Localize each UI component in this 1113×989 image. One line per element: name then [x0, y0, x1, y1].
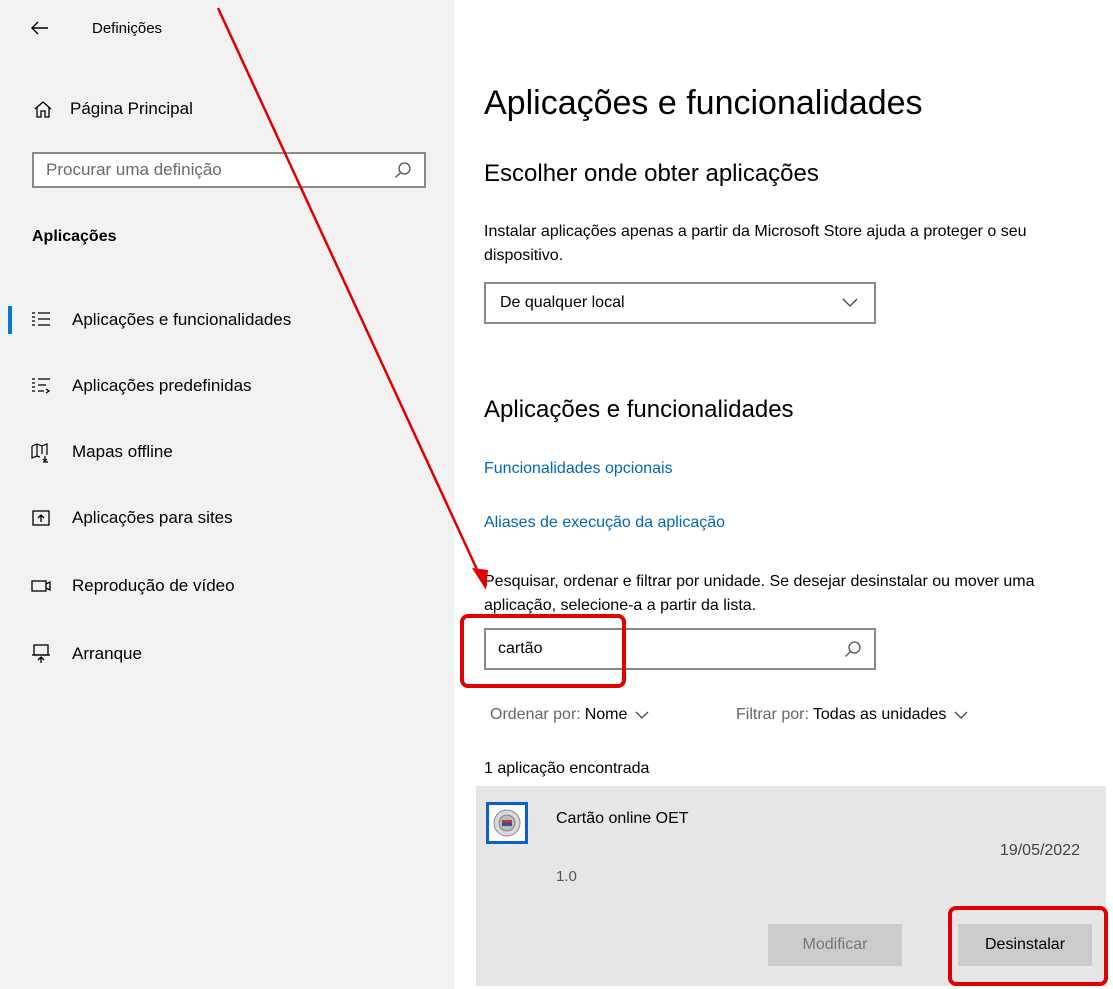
search-highlight-callout	[460, 614, 626, 688]
back-button[interactable]	[24, 12, 56, 44]
sidebar-item-startup[interactable]: Arranque	[0, 632, 454, 676]
sort-label: Ordenar por:	[490, 706, 581, 723]
sidebar-item-label: Aplicações predefinidas	[72, 376, 252, 395]
app-source-dropdown[interactable]: De qualquer local	[484, 282, 876, 324]
settings-sidebar: Definições Página Principal Aplicações A…	[0, 0, 454, 989]
dropdown-value: De qualquer local	[500, 294, 625, 311]
app-execution-aliases-link[interactable]: Aliases de execução da aplicação	[484, 514, 725, 532]
settings-search-box[interactable]	[32, 152, 426, 188]
video-playback-icon	[31, 580, 51, 592]
sidebar-item-offline-maps[interactable]: Mapas offline	[0, 430, 454, 474]
active-indicator	[8, 306, 12, 334]
search-description: Pesquisar, ordenar e filtrar por unidade…	[484, 573, 1035, 614]
result-count: 1 aplicação encontrada	[484, 760, 650, 777]
filter-value: Todas as unidades	[812, 706, 947, 723]
back-arrow-icon	[31, 21, 48, 35]
home-icon	[34, 101, 52, 118]
startup-icon	[32, 644, 50, 663]
sidebar-item-label: Aplicações e funcionalidades	[72, 310, 292, 329]
apps-features-heading: Aplicações e funcionalidades	[484, 396, 794, 423]
apps-features-icon	[32, 312, 50, 326]
filter-dropdown[interactable]: Filtrar por: Todas as unidades	[736, 706, 968, 724]
sidebar-item-apps-for-websites[interactable]: Aplicações para sites	[0, 496, 454, 540]
chevron-down-icon	[635, 711, 649, 719]
sidebar-item-label: Mapas offline	[72, 442, 173, 461]
sort-value: Nome	[584, 706, 628, 723]
seal-icon	[493, 809, 521, 837]
search-icon[interactable]	[394, 161, 412, 179]
main-content: Aplicações e funcionalidades Escolher on…	[454, 0, 1113, 989]
page-title: Aplicações e funcionalidades	[484, 84, 923, 122]
choose-source-heading: Escolher onde obter aplicações	[484, 160, 819, 187]
sidebar-item-video-playback[interactable]: Reprodução de vídeo	[0, 564, 454, 608]
title-bar: Definições	[0, 0, 454, 58]
settings-search-input[interactable]	[34, 159, 394, 181]
sidebar-section-label: Aplicações	[32, 228, 117, 245]
sidebar-item-apps-features[interactable]: Aplicações e funcionalidades	[0, 298, 454, 342]
chevron-down-icon	[842, 298, 858, 307]
sidebar-item-default-apps[interactable]: Aplicações predefinidas	[0, 364, 454, 408]
uninstall-highlight-callout	[948, 906, 1108, 986]
apps-for-websites-icon	[32, 510, 50, 526]
home-label: Página Principal	[70, 99, 193, 118]
modify-button[interactable]: Modificar	[768, 924, 902, 966]
optional-features-link[interactable]: Funcionalidades opcionais	[484, 460, 673, 478]
sidebar-item-label: Aplicações para sites	[72, 508, 233, 527]
search-icon[interactable]	[844, 640, 862, 658]
window-title: Definições	[92, 20, 163, 37]
app-name: Cartão online OET	[556, 810, 689, 827]
filter-label: Filtrar por:	[736, 706, 809, 723]
default-apps-icon	[32, 378, 51, 394]
sidebar-item-label: Reprodução de vídeo	[72, 576, 235, 595]
offline-maps-icon	[31, 443, 48, 463]
app-logo-icon	[486, 802, 528, 844]
sidebar-home-link[interactable]: Página Principal	[32, 92, 432, 126]
app-version: 1.0	[556, 868, 577, 885]
sidebar-item-label: Arranque	[72, 644, 142, 663]
chevron-down-icon	[954, 711, 968, 719]
choose-source-description: Instalar aplicações apenas a partir da M…	[484, 223, 1027, 264]
sort-dropdown[interactable]: Ordenar por: Nome	[490, 706, 649, 724]
app-install-date: 19/05/2022	[999, 842, 1080, 859]
